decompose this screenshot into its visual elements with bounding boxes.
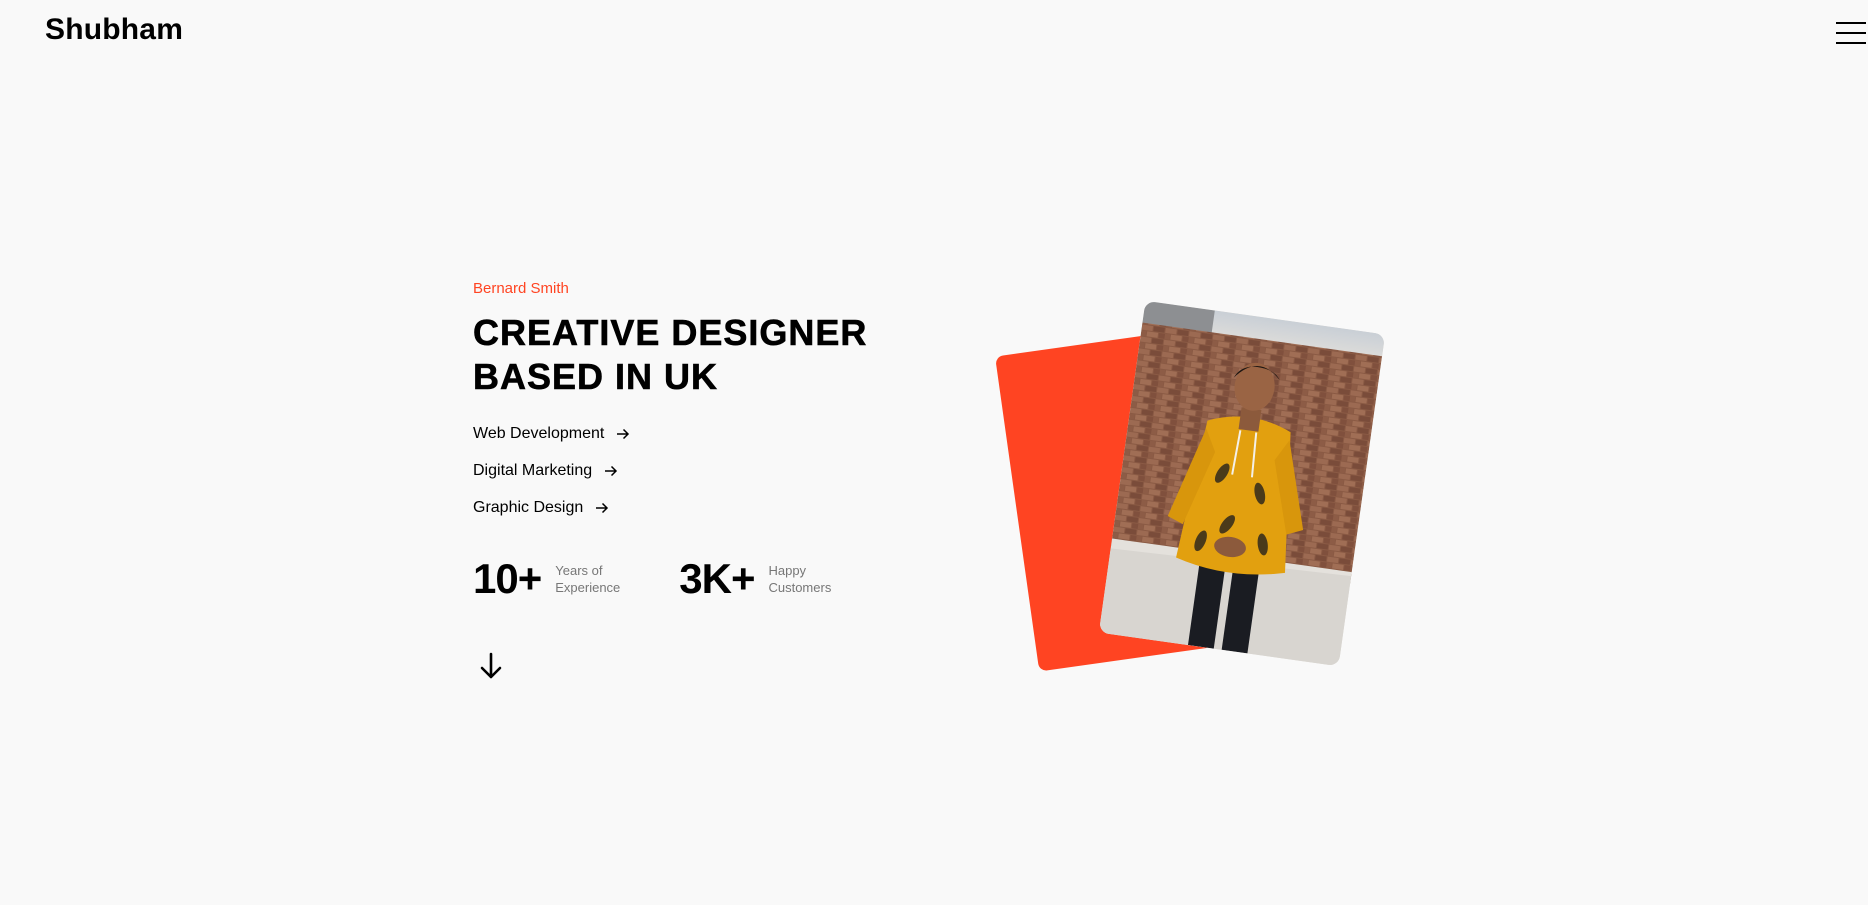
stat-label: Years of Experience xyxy=(555,562,635,596)
portrait-illustration xyxy=(1098,300,1386,667)
arrow-right-icon xyxy=(617,428,630,440)
hero-eyebrow-name: Bernard Smith xyxy=(473,280,569,297)
service-link-digital-marketing[interactable]: Digital Marketing xyxy=(473,462,913,499)
headline-line-1: CREATIVE DESIGNER xyxy=(473,312,868,354)
portrait-photo xyxy=(1098,300,1386,667)
stat-value: 3K+ xyxy=(679,555,755,602)
stat-label-line-2: Experience xyxy=(555,580,621,595)
stat-experience: 10+ Years of Experience xyxy=(473,555,635,603)
stat-label-line-1: Years of xyxy=(555,563,603,578)
headline-line-2: BASED IN UK xyxy=(473,356,719,398)
service-label: Digital Marketing xyxy=(473,462,593,479)
service-link-graphic-design[interactable]: Graphic Design xyxy=(473,499,913,536)
stat-value: 10+ xyxy=(473,555,542,602)
hero-text: Bernard Smith CREATIVE DESIGNER BASED IN… xyxy=(473,280,913,603)
stat-customers: 3K+ Happy Customers xyxy=(679,555,848,603)
service-label: Graphic Design xyxy=(473,499,584,516)
stat-label-line-2: Customers xyxy=(768,580,832,595)
site-logo[interactable]: Shubham xyxy=(45,13,183,47)
hamburger-menu-icon[interactable] xyxy=(1836,20,1868,46)
stat-label-line-1: Happy xyxy=(768,563,807,578)
arrow-right-icon xyxy=(596,502,609,514)
arrow-right-icon xyxy=(605,465,618,477)
hero-headline: CREATIVE DESIGNER BASED IN UK xyxy=(473,311,913,399)
page: Shubham Bernard Smith CREATIVE DESIGNER … xyxy=(0,0,1868,905)
arrow-down-icon[interactable] xyxy=(478,651,504,681)
hero-image-group xyxy=(995,300,1400,680)
stat-label: Happy Customers xyxy=(768,562,848,596)
service-label: Web Development xyxy=(473,425,605,442)
service-link-web-development[interactable]: Web Development xyxy=(473,425,913,462)
stats-row: 10+ Years of Experience 3K+ Happy Custom… xyxy=(473,555,913,603)
services-list: Web Development Digital Marketing Graphi… xyxy=(473,425,913,536)
